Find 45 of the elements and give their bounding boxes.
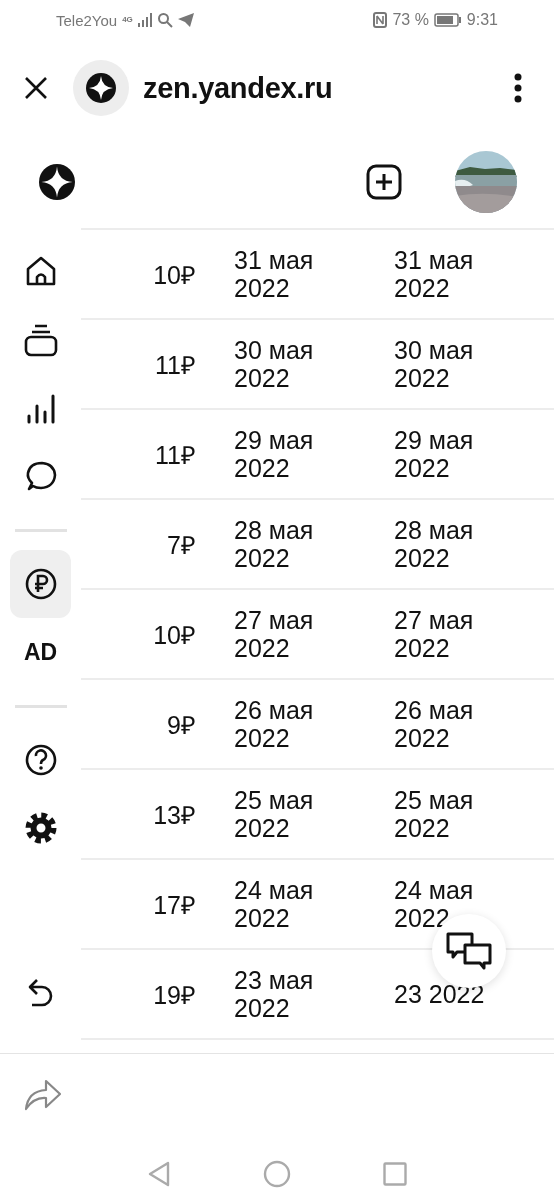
carrier-name: Tele2You [56,11,118,29]
date-cell-text: 24 мая 2022 [394,876,475,932]
date-cell-text: 27 мая 2022 [394,606,475,662]
amount-cell-text: 13₽ [152,800,196,831]
date-cell-text: 31 мая 2022 [394,246,475,302]
signal-icon [137,13,152,27]
chat-icon [445,931,493,971]
amount-cell-text: 9₽ [166,710,196,741]
date-cell-text: 26 мая 2022 [394,696,475,752]
clock-time: 9:31 [466,11,498,29]
amount-cell-text: 17₽ [152,890,196,921]
amount-cell-text: 7₽ [166,530,196,561]
date-cell-text: 26 мая 2022 [234,696,315,752]
battery-icon [433,13,462,27]
date-cell-text: 30 мая 2022 [394,336,475,392]
date-cell-text: 23 мая 2022 [234,966,315,1022]
close-icon[interactable] [24,76,48,100]
date-cell-text: 25 мая 2022 [394,786,475,842]
zen-logo-icon[interactable] [39,164,75,200]
amount-cell-text: 11₽ [154,440,196,471]
amount-cell-text: 19₽ [152,980,196,1011]
search-icon [156,12,173,28]
more-icon[interactable] [514,73,522,103]
date-cell-text: 25 мая 2022 [234,786,315,842]
paper-plane-icon [177,13,194,27]
site-url[interactable]: zen.yandex.ru [143,71,514,105]
site-icon[interactable] [73,60,129,116]
date-cell-text: 30 мая 2022 [234,336,315,392]
date-cell-text: 29 мая 2022 [394,426,475,482]
nfc-icon [373,12,388,28]
date-cell-text: 28 мая 2022 [234,516,315,572]
date-cell-text: 24 мая 2022 [234,876,315,932]
amount-cell-text: 10₽ [152,260,196,291]
share-icon[interactable] [24,1077,62,1111]
battery-percent: 73 % [392,11,429,29]
amount-cell-text: 11₽ [154,350,196,381]
ad-menu-item[interactable]: AD [10,618,71,686]
date-cell-text: 31 мая 2022 [234,246,315,302]
date-cell-text: 27 мая 2022 [234,606,315,662]
ruble-icon[interactable] [10,550,71,618]
add-icon[interactable] [366,164,402,200]
date-cell-text: 29 мая 2022 [234,426,315,482]
amount-cell-text: 10₽ [152,620,196,651]
network-type: 4G [122,16,133,24]
date-cell-text: 28 мая 2022 [394,516,475,572]
